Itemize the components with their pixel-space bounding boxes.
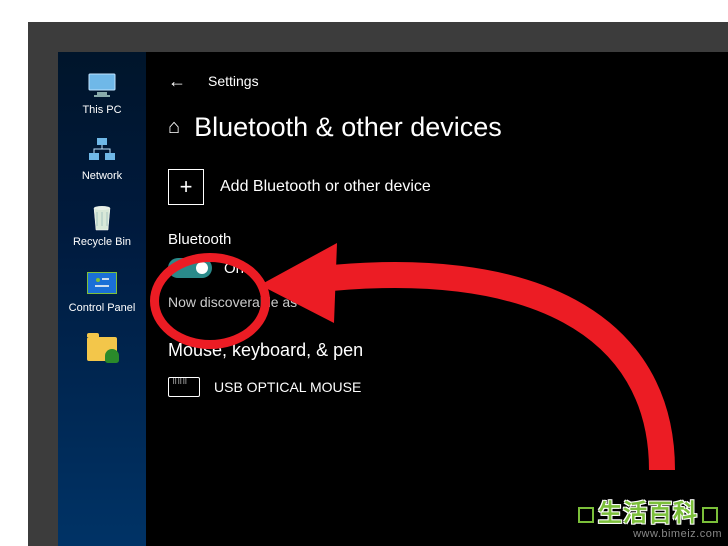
- devices-section-heading: Mouse, keyboard, & pen: [168, 340, 706, 361]
- desktop-icon-label: This PC: [82, 104, 121, 116]
- settings-window: ← Settings ⌂ Bluetooth & other devices +…: [146, 52, 728, 546]
- desktop-icon-recycle-bin[interactable]: Recycle Bin: [61, 202, 143, 248]
- back-button[interactable]: ←: [168, 72, 186, 90]
- device-name: USB OPTICAL MOUSE: [214, 379, 361, 395]
- page-title: Bluetooth & other devices: [194, 112, 502, 143]
- monitor-bezel: This PC Network Recycle Bin Control Pane…: [28, 22, 728, 546]
- bluetooth-toggle[interactable]: [168, 258, 212, 278]
- add-device-button[interactable]: + Add Bluetooth or other device: [168, 169, 706, 205]
- network-icon: [85, 136, 119, 166]
- settings-app-title: Settings: [208, 73, 259, 89]
- bluetooth-section-label: Bluetooth: [168, 231, 706, 248]
- page-title-row: ⌂ Bluetooth & other devices: [168, 112, 706, 143]
- desktop-icon-this-pc[interactable]: This PC: [61, 70, 143, 116]
- discoverable-text: Now discoverable as: [168, 294, 706, 310]
- toggle-knob: [196, 262, 208, 274]
- desktop-icon-label: Control Panel: [69, 302, 136, 314]
- bluetooth-toggle-row: On: [168, 258, 706, 278]
- desktop-icon-label: Recycle Bin: [73, 236, 131, 248]
- desktop-icon-user-folder[interactable]: [61, 334, 143, 368]
- recycle-bin-icon: [85, 202, 119, 232]
- control-panel-icon: [85, 268, 119, 298]
- settings-header: ← Settings: [168, 72, 706, 90]
- device-row[interactable]: USB OPTICAL MOUSE: [168, 377, 706, 397]
- home-icon[interactable]: ⌂: [168, 116, 180, 139]
- plus-icon: +: [168, 169, 204, 205]
- screen: This PC Network Recycle Bin Control Pane…: [58, 52, 728, 546]
- desktop-icon-network[interactable]: Network: [61, 136, 143, 182]
- folder-icon: [85, 334, 119, 364]
- computer-icon: [85, 70, 119, 100]
- bluetooth-state-label: On: [224, 260, 244, 277]
- desktop-icon-control-panel[interactable]: Control Panel: [61, 268, 143, 314]
- desktop-icon-strip: This PC Network Recycle Bin Control Pane…: [58, 52, 146, 546]
- desktop-icon-label: Network: [82, 170, 122, 182]
- add-device-label: Add Bluetooth or other device: [220, 178, 431, 196]
- keyboard-icon: [168, 377, 200, 397]
